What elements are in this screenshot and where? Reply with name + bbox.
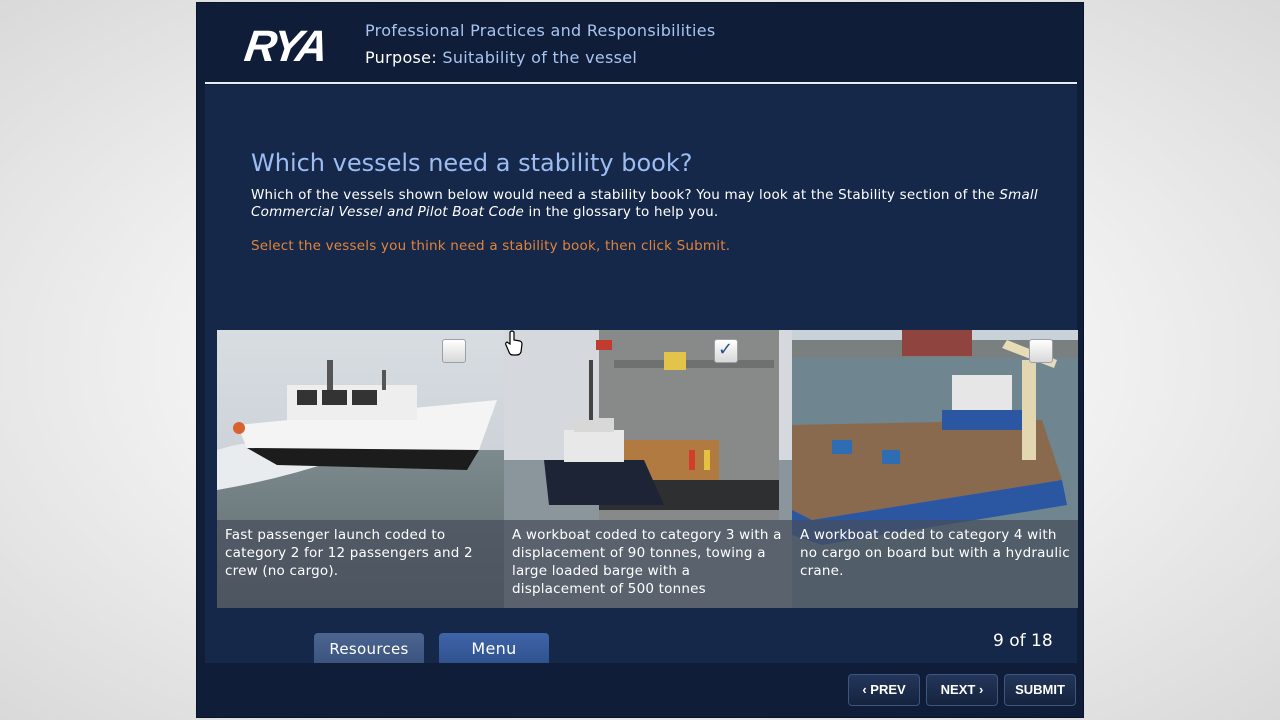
resources-button[interactable]: Resources (314, 633, 424, 663)
course-window: RYA Professional Practices and Responsib… (196, 2, 1084, 718)
chevron-right-icon: › (978, 682, 984, 697)
course-title: Professional Practices and Responsibilit… (365, 21, 716, 40)
vessel-2-caption: A workboat coded to category 3 with a di… (504, 520, 792, 608)
vessel-2-checkbox[interactable]: ✓ (714, 339, 738, 363)
vessel-1-caption: Fast passenger launch coded to category … (217, 520, 504, 608)
vessel-option-2[interactable]: ✓ A workboat coded to category 3 with a … (504, 330, 792, 608)
vessel-3-caption: A workboat coded to category 4 with no c… (792, 520, 1078, 608)
purpose-value: Suitability of the vessel (442, 48, 638, 67)
vessel-3-checkbox[interactable] (1029, 339, 1053, 363)
page-counter: 9 of 18 (993, 631, 1053, 651)
vessel-option-3[interactable]: A workboat coded to category 4 with no c… (792, 330, 1078, 608)
vessel-options: Fast passenger launch coded to category … (217, 330, 1078, 608)
vessel-1-checkbox[interactable] (442, 339, 466, 363)
content-panel: Which vessels need a stability book? Whi… (205, 85, 1078, 663)
vessel-option-1[interactable]: Fast passenger launch coded to category … (217, 330, 504, 608)
submit-button[interactable]: SUBMIT (1004, 674, 1076, 706)
chevron-left-icon: ‹ (862, 682, 867, 697)
next-button[interactable]: NEXT › (926, 674, 998, 706)
check-mark-icon: ✓ (718, 339, 734, 360)
header-divider (205, 82, 1077, 84)
rya-logo: RYA (241, 22, 329, 71)
question-text: Which of the vessels shown below would n… (251, 187, 1038, 220)
purpose-label: Purpose (365, 48, 432, 67)
hand-cursor-icon (505, 330, 523, 356)
purpose-line: Purpose: Suitability of the vessel (365, 48, 638, 67)
menu-button[interactable]: Menu (439, 633, 549, 663)
instruction-text: Select the vessels you think need a stab… (251, 238, 731, 254)
header: RYA Professional Practices and Responsib… (205, 3, 1077, 83)
question-title: Which vessels need a stability book? (251, 149, 693, 177)
prev-button[interactable]: ‹ PREV (848, 674, 920, 706)
